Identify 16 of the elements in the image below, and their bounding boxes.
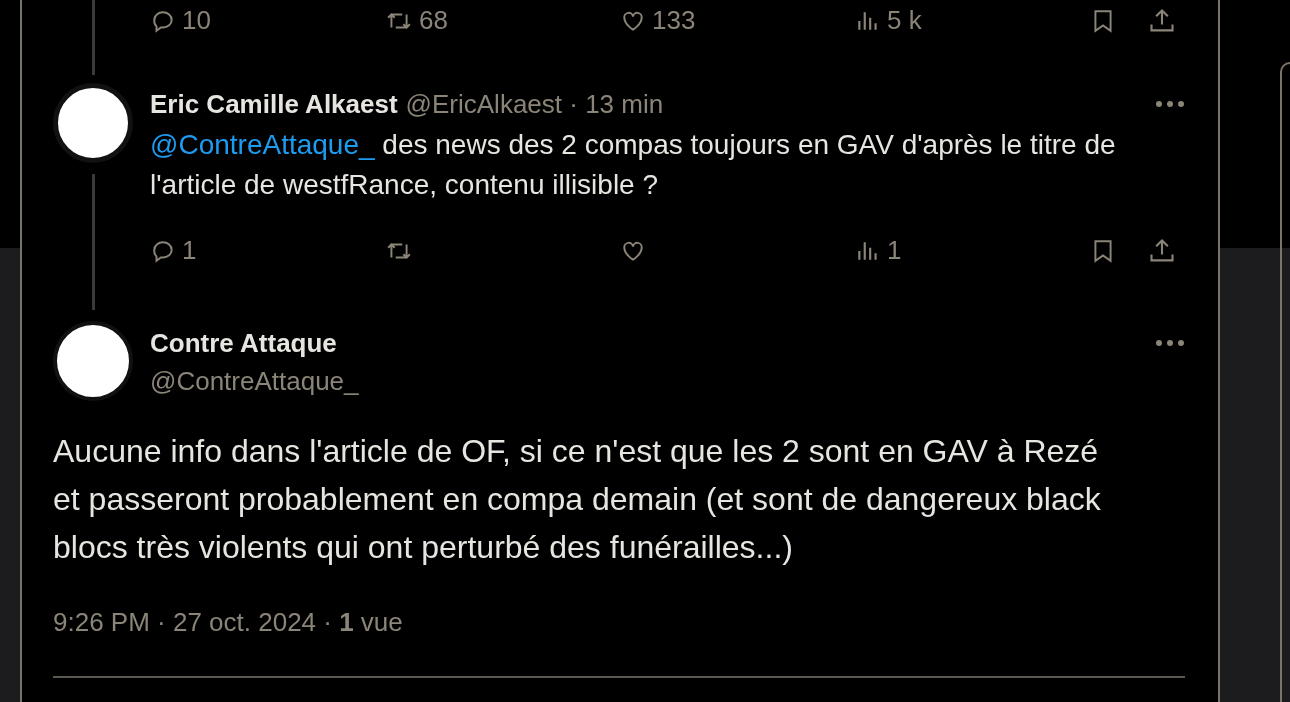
replie-button[interactable]: 10 xyxy=(150,1,211,40)
tweet-meta: 9:26 PM · 27 oct. 2024 · 1 vue xyxy=(53,606,404,639)
replie-button[interactable]: 1 xyxy=(150,231,197,270)
more-icon[interactable] xyxy=(1155,339,1185,347)
author-name[interactable]: Contre Attaque xyxy=(150,325,337,361)
author-handle[interactable]: @ContreAttaque_ xyxy=(150,361,1185,401)
reply-text: @ContreAttaque_ des news des 2 compas toujours en GAV d'après le titre de l'article de westfRance, contenu illisible ? xyxy=(150,128,1117,202)
like-button[interactable]: 133 xyxy=(620,1,696,40)
tweet-text: Aucune info dans l'article de OF, si ce n'est que les 2 sont en GAV à Rezé et passeront probablement en compa demain (et sont de dangereux black blocs très violents qui ont perturbé des funérailles...) xyxy=(53,432,1102,567)
view-button[interactable]: 1 xyxy=(855,231,902,270)
mention-link[interactable]: @ContreAttaque_ xyxy=(150,129,375,160)
author-name[interactable]: Eric Camille Alkaest xyxy=(150,84,398,124)
handle-and-time: @EricAlkaest · 13 min xyxy=(405,87,664,121)
repost-button[interactable]: 68 xyxy=(385,1,448,40)
more-icon[interactable] xyxy=(1155,100,1185,108)
view-button[interactable]: 5 k xyxy=(855,1,922,40)
